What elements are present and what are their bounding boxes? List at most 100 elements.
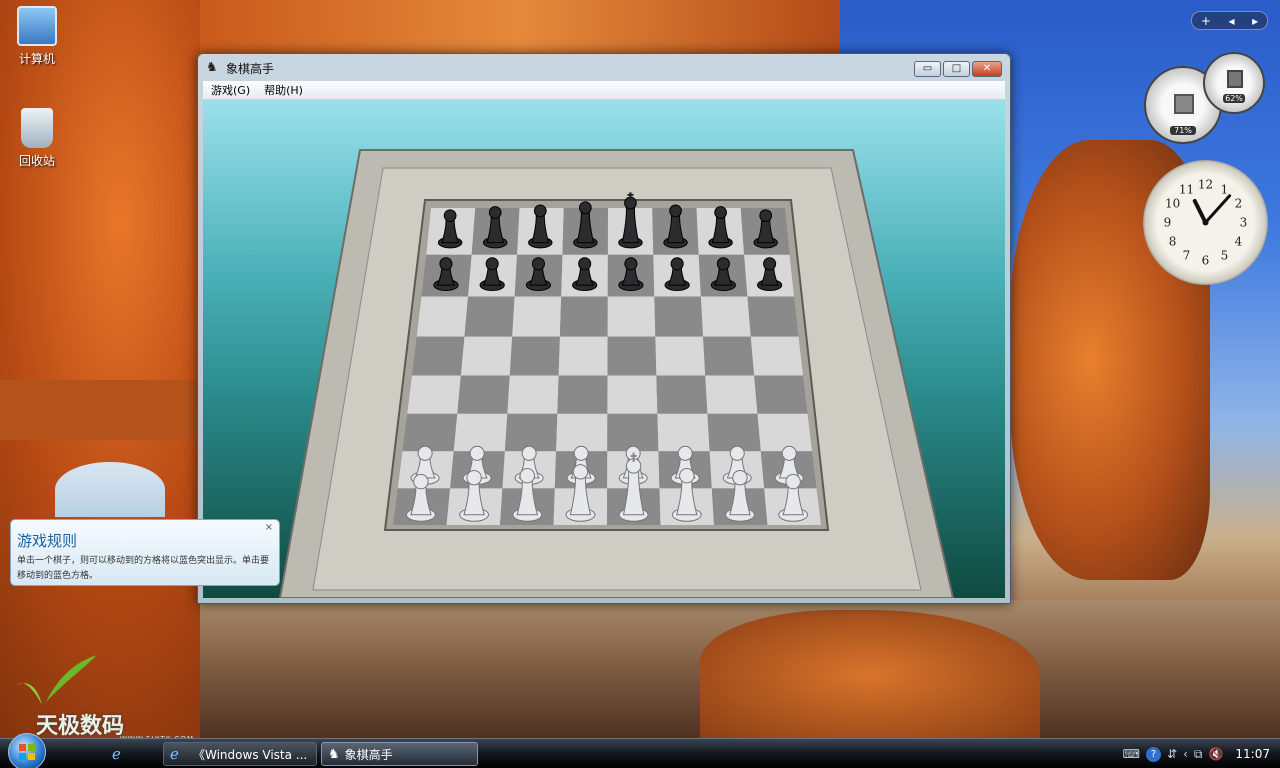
taskbar-button-label: 《Windows Vista ... — [193, 747, 308, 762]
taskbar-button-label: 象棋高手 — [344, 747, 393, 762]
board-square — [556, 413, 608, 452]
next-gadget-icon[interactable]: ▸ — [1252, 14, 1258, 28]
desktop-icon-label: 回收站 — [18, 154, 55, 168]
ie-quicklaunch-icon[interactable]: ℯ — [112, 745, 130, 763]
cpu-chip-icon — [1174, 94, 1194, 114]
clock-number: 1 — [1221, 183, 1229, 197]
board-square — [457, 375, 510, 414]
language-icon[interactable]: ⇵ — [1167, 747, 1177, 761]
board-square — [607, 296, 656, 337]
menu-help[interactable]: 帮助(H) — [264, 82, 303, 98]
prev-gadget-icon[interactable]: ◂ — [1229, 14, 1235, 28]
board-square — [655, 336, 706, 376]
desktop-wallpaper-boulder — [700, 610, 1040, 740]
brand-text: 天极数码 — [36, 713, 125, 739]
clock-number: 7 — [1183, 248, 1191, 262]
clock-number: 6 — [1202, 254, 1210, 268]
board-square — [750, 336, 803, 376]
board-square — [558, 336, 608, 376]
clock-face: 12 12 3 45678 9 1011 — [1164, 178, 1248, 268]
board-square — [607, 336, 657, 376]
board-square — [559, 296, 608, 337]
board-square — [464, 296, 515, 337]
board-square — [747, 296, 799, 337]
desktop-icon-label: 计算机 — [18, 52, 55, 66]
taskbar-clock[interactable]: 11:07 — [1235, 747, 1270, 761]
board-square — [657, 413, 710, 452]
clock-number: 5 — [1221, 248, 1229, 262]
chess-board[interactable] — [203, 100, 1005, 598]
menu-game[interactable]: 游戏(G) — [211, 82, 250, 98]
board-square — [407, 375, 461, 414]
clock-gadget[interactable]: 12 1 2 3 4 5 6 7 8 9 10 11 — [1143, 160, 1268, 285]
taskbar: ℯ ℯ 《Windows Vista ... ♞ 象棋高手 ⌨ ? ⇵ ‹ ⧉ … — [0, 733, 1280, 768]
maximize-button[interactable]: □ — [943, 61, 970, 77]
keyboard-icon[interactable]: ⌨ — [1123, 747, 1140, 761]
desktop-wallpaper-arch — [0, 380, 200, 440]
chess-icon: ♞ — [328, 746, 340, 762]
board-square — [757, 413, 812, 452]
desktop-icon-computer[interactable]: 计算机 — [2, 6, 72, 67]
clock-number: 11 — [1179, 183, 1194, 197]
chess-knight-icon: ♞ — [206, 60, 218, 75]
leaf-logo-icon — [17, 655, 97, 705]
sidebar-controls: + ◂ ▸ — [1191, 11, 1268, 30]
desktop-icon-recycle-bin[interactable]: 回收站 — [2, 108, 72, 169]
board-square — [412, 336, 465, 376]
clock-number: 2 — [1235, 197, 1243, 211]
add-gadget-icon[interactable]: + — [1201, 14, 1211, 28]
clock-center — [1202, 219, 1209, 226]
recycle-bin-icon — [21, 108, 53, 148]
window-controls: ▭ □ ✕ — [914, 61, 1002, 77]
board-square — [607, 413, 659, 452]
window-titlebar[interactable]: ♞ 象棋高手 — [198, 54, 1010, 82]
desktop-wallpaper-rock-top — [200, 0, 840, 60]
clock-number: 8 — [1169, 235, 1177, 249]
board-square — [509, 336, 560, 376]
clock-number: 12 — [1198, 178, 1213, 192]
window-title: 象棋高手 — [226, 61, 275, 76]
board-square — [703, 336, 755, 376]
memory-percent: 62% — [1223, 94, 1245, 103]
taskbar-button-ie[interactable]: ℯ 《Windows Vista ... — [163, 742, 317, 766]
board-square — [607, 375, 658, 414]
board-square — [557, 375, 608, 414]
show-hidden-icons[interactable]: ‹ — [1183, 747, 1188, 761]
ie-icon: ℯ — [170, 745, 179, 763]
board-square — [654, 296, 704, 337]
clock-hour-hand — [1192, 199, 1208, 225]
memory-meter-gadget[interactable]: 62% — [1203, 52, 1265, 114]
board-square — [705, 375, 758, 414]
board-square — [512, 296, 562, 337]
board-square — [507, 375, 559, 414]
tip-close-button[interactable]: × — [265, 522, 273, 533]
desktop-wallpaper-sky — [55, 462, 165, 517]
tip-body: 单击一个棋子，则可以移动到的方格将以蓝色突出显示。单击要移动到的蓝色方格。 — [17, 556, 270, 581]
network-icon[interactable]: ⧉ — [1194, 747, 1203, 762]
board-square — [754, 375, 808, 414]
tip-title: 游戏规则 — [17, 532, 78, 550]
clock-number: 4 — [1235, 235, 1243, 249]
board-square — [656, 375, 708, 414]
system-tray: ⌨ ? ⇵ ‹ ⧉ 🔇 11:07 — [1123, 739, 1280, 768]
board-squares — [393, 208, 821, 525]
memory-chip-icon — [1227, 70, 1243, 88]
board-square — [460, 336, 513, 376]
windows-logo-icon — [19, 744, 35, 760]
taskbar-button-chess[interactable]: ♞ 象棋高手 — [321, 742, 478, 766]
volume-muted-icon[interactable]: 🔇 — [1208, 747, 1223, 761]
board-square — [700, 296, 751, 337]
board-square — [707, 413, 761, 452]
cpu-percent: 71% — [1170, 126, 1196, 135]
help-icon[interactable]: ? — [1146, 746, 1161, 762]
close-button[interactable]: ✕ — [972, 61, 1002, 77]
minimize-button[interactable]: ▭ — [914, 61, 941, 77]
clock-number: 9 — [1164, 216, 1172, 230]
board-square — [402, 413, 458, 452]
game-area[interactable] — [203, 100, 1005, 598]
start-button[interactable] — [8, 733, 46, 768]
board-square — [504, 413, 558, 452]
clock-number: 3 — [1240, 216, 1248, 230]
computer-icon — [17, 6, 57, 46]
clock-number: 10 — [1165, 197, 1180, 211]
